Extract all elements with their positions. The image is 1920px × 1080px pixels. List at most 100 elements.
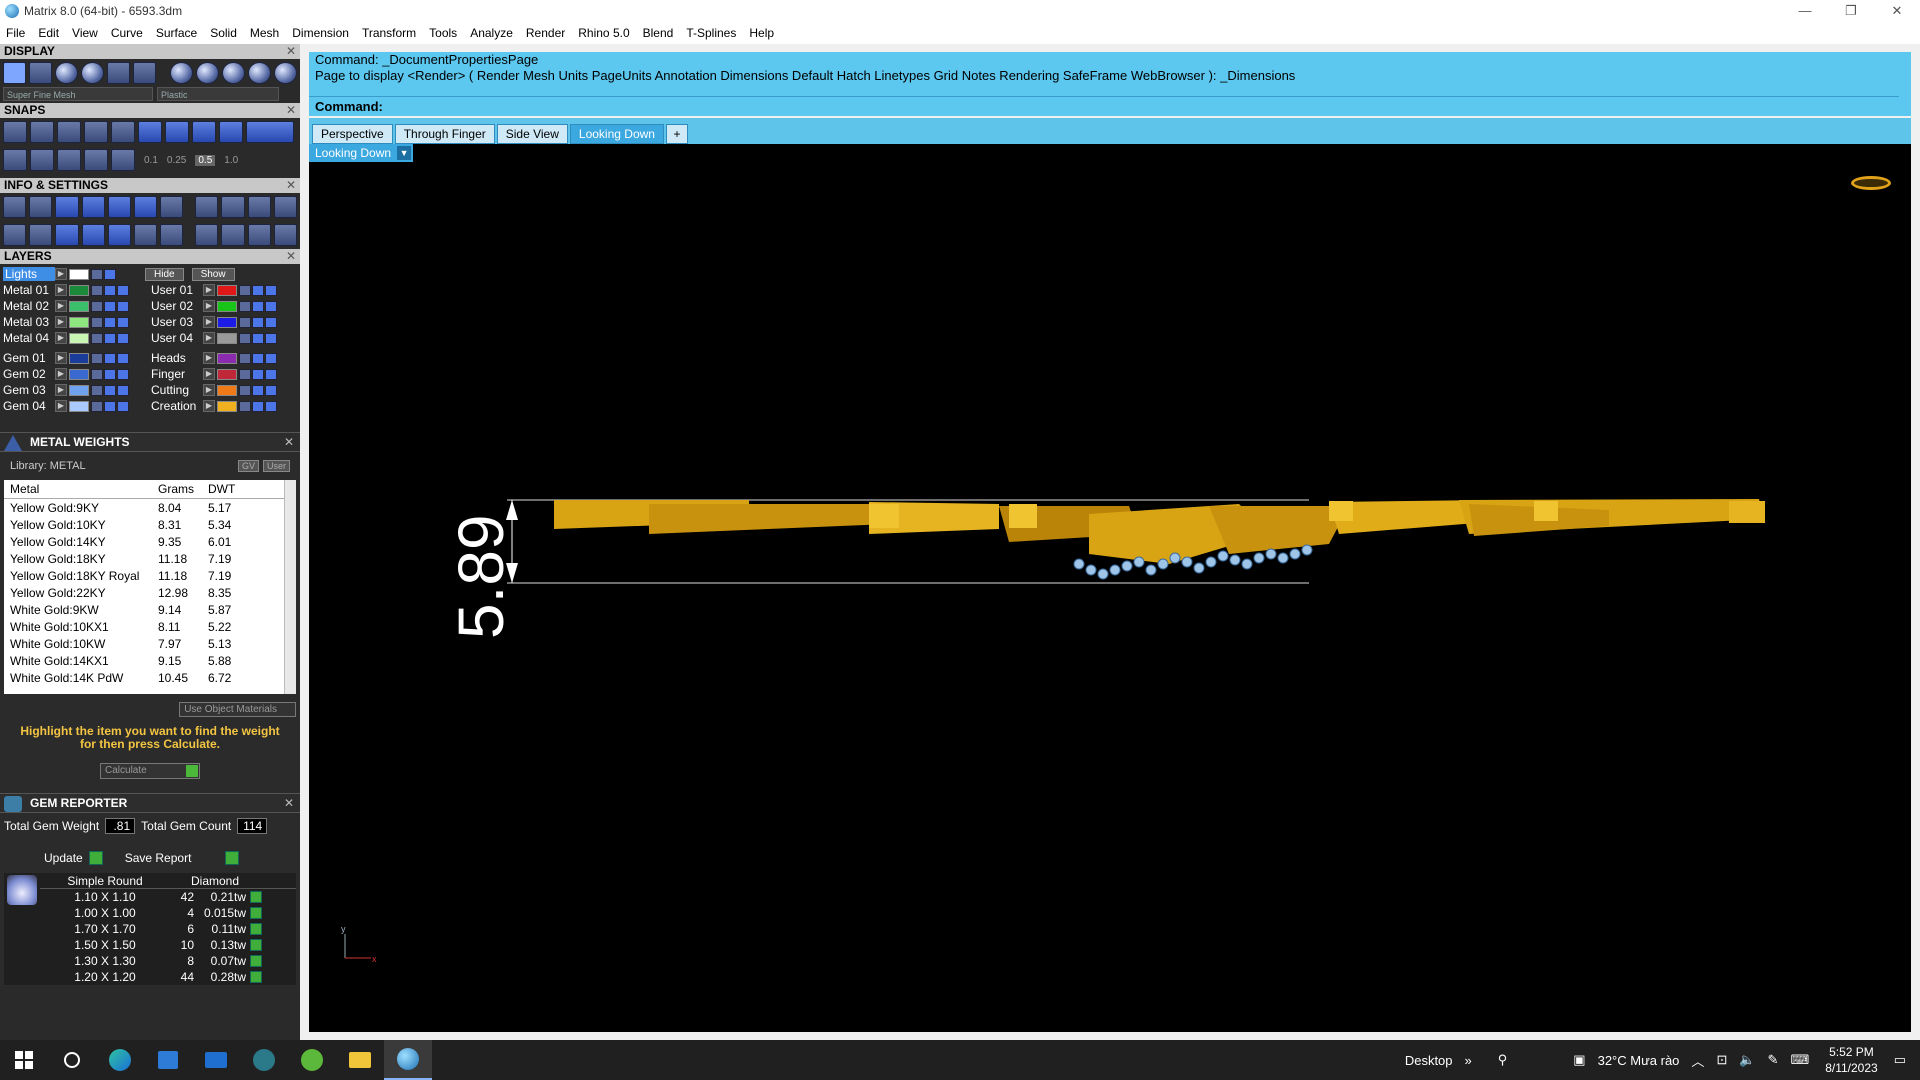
snap-mid-icon[interactable] xyxy=(57,121,81,143)
lock-icon[interactable] xyxy=(91,316,103,328)
visibility-icon[interactable] xyxy=(252,284,264,296)
layer-name[interactable]: Metal 02 xyxy=(3,299,55,313)
expand-icon[interactable]: ▶ xyxy=(203,352,215,364)
user-toggle[interactable]: User xyxy=(262,460,290,472)
visibility-icon[interactable] xyxy=(104,316,116,328)
layer-name[interactable]: User 01 xyxy=(151,283,203,297)
menu-render[interactable]: Render xyxy=(526,26,565,40)
layer-name[interactable]: Metal 03 xyxy=(3,315,55,329)
pen-icon[interactable]: ✎ xyxy=(1768,1052,1779,1068)
menu-tsplines[interactable]: T-Splines xyxy=(686,26,736,40)
visibility-icon[interactable] xyxy=(252,352,264,364)
expand-icon[interactable]: ▶ xyxy=(203,384,215,396)
visibility-icon[interactable] xyxy=(104,284,116,296)
layer-name[interactable]: User 04 xyxy=(151,331,203,345)
menu-dimension[interactable]: Dimension xyxy=(292,26,349,40)
select-gem-icon[interactable] xyxy=(250,971,262,983)
layer-name[interactable]: Creation xyxy=(151,399,203,413)
hide-button[interactable]: Hide xyxy=(145,267,184,281)
visibility-icon[interactable] xyxy=(104,300,116,312)
tool-icon[interactable] xyxy=(221,196,245,218)
lock-icon[interactable] xyxy=(91,300,103,312)
lock-icon[interactable] xyxy=(239,316,251,328)
chevron-up-icon[interactable]: ︿ xyxy=(1691,1051,1704,1070)
settings-gear-icon[interactable] xyxy=(3,196,27,218)
sphere-shaded-icon[interactable] xyxy=(81,62,105,84)
visibility-icon[interactable] xyxy=(265,284,277,296)
people-icon[interactable]: ⚲ xyxy=(1498,1052,1508,1068)
lock-icon[interactable] xyxy=(239,352,251,364)
windows-start-icon[interactable] xyxy=(0,1040,48,1080)
layer-color[interactable] xyxy=(69,316,89,328)
update-label[interactable]: Update xyxy=(44,851,83,865)
layer-color[interactable] xyxy=(217,400,237,412)
visibility-icon[interactable] xyxy=(265,368,277,380)
column-header[interactable]: Metal xyxy=(4,482,154,496)
snap-ortho-icon[interactable] xyxy=(246,121,294,143)
menu-blend[interactable]: Blend xyxy=(643,26,674,40)
visibility-icon[interactable] xyxy=(104,368,116,380)
table-row[interactable]: Yellow Gold:18KY 11.18 7.19 xyxy=(4,550,296,567)
visibility-icon[interactable] xyxy=(252,300,264,312)
tool-icon[interactable] xyxy=(273,196,298,218)
close-icon[interactable]: ✕ xyxy=(286,103,296,118)
clock[interactable]: 5:52 PM 8/11/2023 xyxy=(1825,1044,1878,1076)
layer-color[interactable] xyxy=(69,352,89,364)
tool-icon[interactable] xyxy=(195,196,219,218)
expand-icon[interactable]: ▶ xyxy=(203,400,215,412)
table-row[interactable]: White Gold:14KX1 9.15 5.88 xyxy=(4,652,296,669)
show-button[interactable]: Show xyxy=(191,267,235,281)
visibility-icon[interactable] xyxy=(265,384,277,396)
expand-icon[interactable]: ▶ xyxy=(55,300,67,312)
menu-view[interactable]: View xyxy=(72,26,98,40)
menu-surface[interactable]: Surface xyxy=(156,26,197,40)
search-icon[interactable] xyxy=(29,196,53,218)
table-row[interactable]: Yellow Gold:14KY 9.35 6.01 xyxy=(4,533,296,550)
visibility-icon[interactable] xyxy=(117,300,129,312)
select-gem-icon[interactable] xyxy=(250,923,262,935)
snap-tan-icon[interactable] xyxy=(219,121,243,143)
snap-diamond-icon[interactable] xyxy=(84,149,108,171)
cross-icon[interactable] xyxy=(134,224,158,246)
table-row[interactable]: Yellow Gold:22KY 12.98 8.35 xyxy=(4,584,296,601)
gv-toggle[interactable]: GV xyxy=(237,460,259,472)
wireframe-icon[interactable] xyxy=(3,62,27,84)
filter-icon[interactable] xyxy=(107,224,132,246)
lock-icon[interactable] xyxy=(239,400,251,412)
window-icon[interactable] xyxy=(29,224,53,246)
expand-icon[interactable]: ▶ xyxy=(203,284,215,296)
layer-color[interactable] xyxy=(69,268,89,280)
expand-icon[interactable]: ▶ xyxy=(55,384,67,396)
snap-center-icon[interactable] xyxy=(165,121,189,143)
menu-analyze[interactable]: Analyze xyxy=(470,26,513,40)
lock-icon[interactable] xyxy=(91,352,103,364)
snap-near-icon[interactable] xyxy=(111,121,135,143)
menu-mesh[interactable]: Mesh xyxy=(250,26,279,40)
layer-name[interactable]: Gem 02 xyxy=(3,367,55,381)
visibility-icon[interactable] xyxy=(117,332,129,344)
desktop-toolbar[interactable]: Desktop xyxy=(1405,1053,1453,1068)
menu-transform[interactable]: Transform xyxy=(362,26,416,40)
column-header[interactable]: Grams xyxy=(154,482,204,496)
edit-icon[interactable] xyxy=(134,196,158,218)
visibility-icon[interactable] xyxy=(117,316,129,328)
expand-icon[interactable]: ▶ xyxy=(203,368,215,380)
select-gem-icon[interactable] xyxy=(250,939,262,951)
tool-icon[interactable] xyxy=(195,224,219,246)
snap-point-icon[interactable] xyxy=(84,121,108,143)
tab-looking-down[interactable]: Looking Down xyxy=(569,124,664,144)
visibility-icon[interactable] xyxy=(117,400,129,412)
gem-row[interactable]: 1.20 X 1.20 44 0.28tw xyxy=(40,969,296,985)
table-scrollbar[interactable] xyxy=(284,480,296,694)
material-ball-icon[interactable] xyxy=(273,62,297,84)
expand-icon[interactable]: ▶ xyxy=(55,400,67,412)
snap-grid-icon[interactable] xyxy=(3,121,27,143)
viewport[interactable]: Looking Down ▼ y x 5.89 xyxy=(309,144,1911,1032)
table-row[interactable]: White Gold:14K PdW 10.45 6.72 xyxy=(4,669,296,686)
table-row[interactable]: Yellow Gold:18KY Royal 11.18 7.19 xyxy=(4,567,296,584)
layer-color[interactable] xyxy=(217,368,237,380)
select-gem-icon[interactable] xyxy=(250,891,262,903)
layer-color[interactable] xyxy=(69,300,89,312)
calculate-button[interactable]: Calculate xyxy=(100,763,200,779)
layer-name[interactable]: Finger xyxy=(151,367,203,381)
